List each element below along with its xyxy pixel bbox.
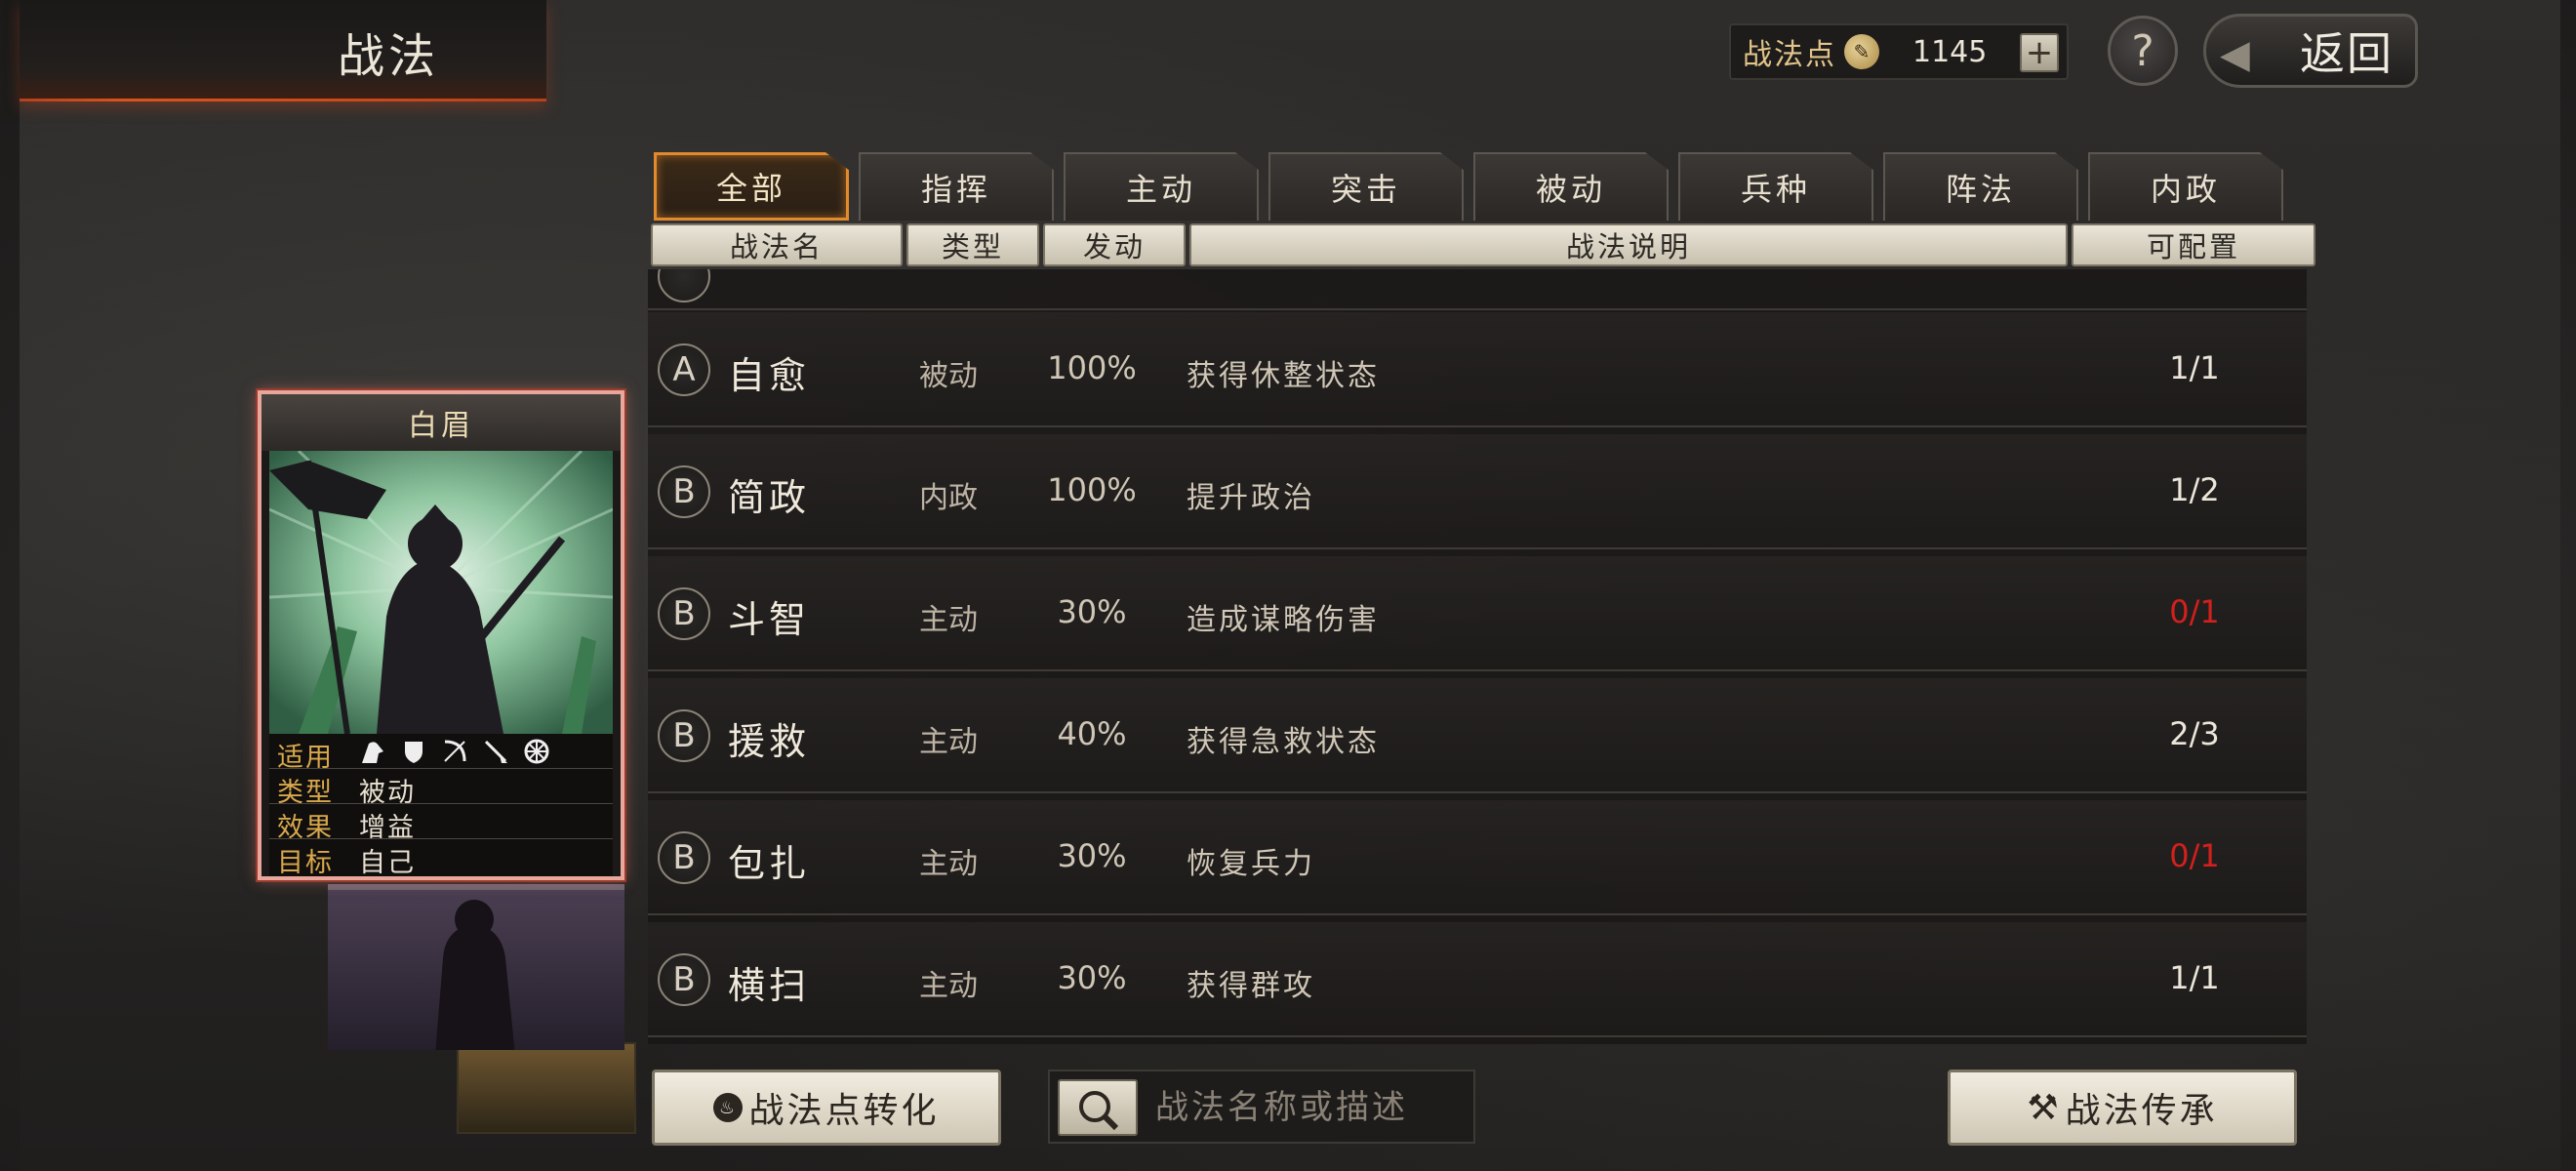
tactic-rate: 100% xyxy=(1047,349,1137,386)
bow-icon xyxy=(441,738,468,765)
table-row[interactable]: B 简政 内政 100% 提升政治 1/2 xyxy=(648,434,2307,549)
tab-domestic[interactable]: 内政 xyxy=(2088,152,2283,221)
shield-icon xyxy=(400,738,427,765)
tactic-name: 横扫 xyxy=(728,964,811,1007)
background-card[interactable] xyxy=(457,1042,636,1134)
card-art xyxy=(268,449,614,735)
tactic-points-box: 战法点 ✎ 1145 + xyxy=(1729,23,2069,80)
convert-points-button[interactable]: ♨ 战法点转化 xyxy=(652,1070,1001,1146)
tactic-type: 内政 xyxy=(919,481,978,515)
back-arrow-icon: ◀ xyxy=(2220,32,2252,77)
target-row: 目标 自己 xyxy=(269,839,613,876)
tactic-type: 主动 xyxy=(919,969,978,1003)
tactic-config-count: 0/1 xyxy=(2169,593,2220,630)
tactic-type: 主动 xyxy=(919,847,978,881)
tactic-name: 自愈 xyxy=(728,354,811,397)
inherit-label: 战法传承 xyxy=(2065,1091,2218,1131)
spear-icon xyxy=(482,738,509,765)
silhouette-art xyxy=(435,900,515,1050)
column-header-rate[interactable]: 发动 xyxy=(1043,223,1186,266)
tactic-config-count: 1/2 xyxy=(2169,471,2220,508)
tactic-config-count: 1/1 xyxy=(2169,349,2220,386)
title-banner xyxy=(20,0,546,101)
tactic-name: 斗智 xyxy=(728,598,811,641)
tab-assault[interactable]: 突击 xyxy=(1268,152,1464,221)
tactic-type: 主动 xyxy=(919,725,978,759)
back-button[interactable]: ◀ 返回 xyxy=(2203,14,2418,88)
column-header-configurable[interactable]: 可配置 xyxy=(2072,223,2315,266)
category-tabs: 全部 指挥 主动 突击 被动 兵种 阵法 内政 xyxy=(654,152,2283,222)
column-header-description: 战法说明 xyxy=(1189,223,2068,266)
type-row: 类型 被动 xyxy=(269,769,613,808)
inherit-tactic-button[interactable]: ⚒ 战法传承 xyxy=(1948,1070,2297,1146)
card-info: 适用 类型 被动 效果 增益 目标 自己 xyxy=(269,734,613,876)
points-value: 1145 xyxy=(1912,34,1988,69)
add-points-button[interactable]: + xyxy=(2020,33,2059,72)
tab-active[interactable]: 主动 xyxy=(1064,152,1259,221)
tactic-type: 被动 xyxy=(919,359,978,393)
tactic-card[interactable]: 白眉 适用 类型 被动 效果 增益 目标 自己 xyxy=(258,390,624,880)
grade-badge: B xyxy=(658,587,710,640)
tactic-rate: 30% xyxy=(1057,837,1127,874)
tab-passive[interactable]: 被动 xyxy=(1473,152,1669,221)
hammer-icon: ⚒ xyxy=(2027,1087,2062,1128)
grade-badge: A xyxy=(658,343,710,396)
tab-formation[interactable]: 阵法 xyxy=(1883,152,2078,221)
table-row[interactable]: B 包扎 主动 30% 恢复兵力 0/1 xyxy=(648,800,2307,915)
table-row[interactable]: B 援救 主动 40% 获得急救状态 2/3 xyxy=(648,678,2307,793)
page-title: 战法 xyxy=(338,29,440,84)
effect-row: 效果 增益 xyxy=(269,804,613,843)
grade-badge: B xyxy=(658,709,710,762)
search-bar xyxy=(1048,1070,1475,1144)
tactic-config-count: 1/1 xyxy=(2169,959,2220,996)
table-row[interactable]: B 斗智 主动 30% 造成谋略伤害 0/1 xyxy=(648,556,2307,671)
grade-badge: B xyxy=(658,831,710,884)
tactic-description: 提升政治 xyxy=(1187,481,1315,515)
tactic-description: 获得休整状态 xyxy=(1187,359,1380,393)
column-header-type[interactable]: 类型 xyxy=(906,223,1039,266)
flame-icon: ♨ xyxy=(713,1093,744,1122)
tactic-name: 援救 xyxy=(728,720,811,763)
tactic-description: 造成谋略伤害 xyxy=(1187,603,1380,637)
convert-label: 战法点转化 xyxy=(748,1091,940,1131)
tactic-name: 简政 xyxy=(728,476,811,519)
tactic-rate: 30% xyxy=(1057,959,1127,996)
points-label: 战法点 xyxy=(1743,38,1836,72)
tactic-config-count: 0/1 xyxy=(2169,837,2220,874)
grade-badge xyxy=(658,269,710,303)
table-header: 战法名 类型 发动 战法说明 可配置 xyxy=(651,223,2315,268)
column-header-name[interactable]: 战法名 xyxy=(651,223,903,266)
tactic-type: 主动 xyxy=(919,603,978,637)
search-input[interactable] xyxy=(1155,1079,1468,1136)
tactic-name: 包扎 xyxy=(728,842,811,885)
table-row[interactable]: B 横扫 主动 30% 获得群攻 1/1 xyxy=(648,922,2307,1037)
tactic-rate: 30% xyxy=(1057,593,1127,630)
card-title: 白眉 xyxy=(262,394,621,451)
search-icon xyxy=(1079,1091,1119,1131)
tactic-rate: 40% xyxy=(1057,715,1127,752)
feather-icon: ✎ xyxy=(1844,34,1879,69)
tactics-list[interactable]: A 自愈 被动 100% 获得休整状态 1/1 B 简政 内政 100% 提升政… xyxy=(648,269,2307,1044)
tactic-description: 获得急救状态 xyxy=(1187,725,1380,759)
grade-badge: B xyxy=(658,953,710,1006)
tab-all[interactable]: 全部 xyxy=(654,152,849,221)
cavalry-icon xyxy=(359,738,386,765)
tactic-description: 获得群攻 xyxy=(1187,969,1315,1003)
back-label: 返回 xyxy=(2300,27,2394,80)
chariot-icon xyxy=(523,738,550,765)
help-button[interactable]: ? xyxy=(2108,16,2178,86)
background-card[interactable] xyxy=(328,884,624,1050)
target-value: 自己 xyxy=(359,848,416,878)
grade-badge: B xyxy=(658,465,710,518)
table-row[interactable]: A 自愈 被动 100% 获得休整状态 1/1 xyxy=(648,312,2307,427)
tactic-description: 恢复兵力 xyxy=(1187,847,1315,881)
target-label: 目标 xyxy=(277,848,334,878)
applies-row: 适用 xyxy=(269,734,613,773)
partial-row xyxy=(648,269,2307,310)
tab-troop[interactable]: 兵种 xyxy=(1678,152,1873,221)
search-button[interactable] xyxy=(1058,1079,1138,1136)
tactic-config-count: 2/3 xyxy=(2169,715,2220,752)
tactic-rate: 100% xyxy=(1047,471,1137,508)
tab-command[interactable]: 指挥 xyxy=(859,152,1054,221)
